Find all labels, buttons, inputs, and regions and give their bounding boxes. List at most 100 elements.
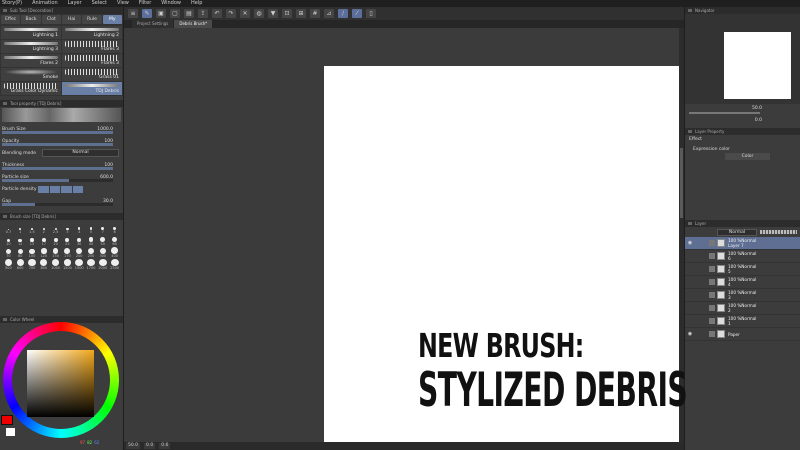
brush-item[interactable]: Grass Color Dynamic (1, 82, 61, 95)
brush-size-preset[interactable]: 800 (38, 259, 49, 270)
undo-icon[interactable]: ↶ (212, 9, 222, 18)
brush-item[interactable]: Flares 3 (62, 54, 122, 67)
brush-size-preset[interactable]: 30 (74, 235, 85, 246)
layer-row[interactable]: ◉ 100 %Normal Layer 7 (685, 237, 800, 250)
subtool-tab-5[interactable]: My (102, 15, 122, 24)
brush-size-preset[interactable]: 20 (50, 235, 61, 246)
subtool-tab-1[interactable]: Back (21, 15, 41, 24)
menu-item-0[interactable]: Story(P) (2, 0, 22, 7)
brush-size-preset[interactable]: 200 (74, 247, 85, 258)
brush-size-preset[interactable]: 1.5 (27, 223, 38, 234)
brush-size-preset[interactable]: 1 (15, 223, 26, 234)
crop-icon[interactable]: ⊡ (282, 9, 292, 18)
expression-color-select[interactable]: Color (725, 153, 770, 160)
particle-size-slider[interactable] (2, 179, 113, 182)
layer-row[interactable]: 100 %Normal 3 (685, 289, 800, 302)
brush-size-preset[interactable]: 400 (109, 247, 120, 258)
zoom-readout[interactable]: 50.0 (126, 443, 141, 449)
navigator-angle-value[interactable]: 0.0 (755, 118, 762, 123)
layer-row[interactable]: 100 %Normal 2 (685, 302, 800, 315)
brush-size-preset[interactable]: 150 (50, 247, 61, 258)
navigator-zoom-row[interactable]: 50.0 (685, 104, 800, 116)
brush-size-preset[interactable]: 1200 (62, 259, 73, 270)
layer-row[interactable]: 100 %Normal 5 (685, 263, 800, 276)
layer-opacity-slider[interactable] (760, 230, 797, 234)
redo-icon[interactable]: ↷ (226, 9, 236, 18)
brush-size-preset[interactable]: 500 (3, 259, 14, 270)
opacity-slider[interactable] (2, 143, 113, 146)
menu-icon[interactable]: ≡ (128, 9, 138, 18)
sphere-icon[interactable]: ◍ (254, 9, 264, 18)
brush-size-preset[interactable]: 250 (86, 247, 97, 258)
image-icon[interactable]: ▤ (184, 9, 194, 18)
brush-item[interactable]: Grass 01 (62, 68, 122, 81)
menu-item-1[interactable]: Animation (32, 0, 58, 7)
cancel-icon[interactable]: ✕ (240, 9, 250, 18)
transform-icon[interactable]: ⊞ (296, 9, 306, 18)
brush-size-preset[interactable]: 7 (97, 223, 108, 234)
menu-item-4[interactable]: View (117, 0, 129, 7)
brush-size-preset[interactable]: 1000 (50, 259, 61, 270)
extra-readout[interactable]: 0.6 (159, 443, 171, 449)
brush-size-preset[interactable]: 170 (62, 247, 73, 258)
brush-size-preset[interactable]: 1700 (86, 259, 97, 270)
brush-item[interactable]: Smoke (1, 68, 61, 81)
subtool-tab-2[interactable]: Clot (41, 15, 61, 24)
brush-size-slider[interactable] (2, 131, 113, 134)
gap-row[interactable]: Gap 30.0 (0, 195, 123, 207)
brush-item[interactable]: Flares 2 (1, 54, 61, 67)
menu-item-5[interactable]: Filter (139, 0, 151, 7)
brush-size-preset[interactable]: 5 (86, 223, 97, 234)
color-saturation-square[interactable] (27, 350, 94, 417)
gap-slider[interactable] (2, 203, 113, 206)
thickness-row[interactable]: Thickness 100 (0, 159, 123, 171)
brush-size-preset[interactable]: 2500 (109, 259, 120, 270)
pen-icon[interactable]: ✎ (142, 9, 152, 18)
angle-readout[interactable]: 0.0 (144, 443, 156, 449)
save-icon[interactable]: ▣ (156, 9, 166, 18)
device-icon[interactable]: ▯ (366, 9, 376, 18)
navigator-angle-row[interactable]: 0.0 (685, 116, 800, 128)
brush-size-preset[interactable]: 700 (27, 259, 38, 270)
brush-item[interactable]: Flares 3 (62, 40, 122, 53)
share-icon[interactable]: ⇪ (198, 9, 208, 18)
brush-size-preset[interactable]: 600 (15, 259, 26, 270)
canvas-tab-1[interactable]: Debris Brush* (174, 20, 213, 28)
particle-density-control[interactable] (38, 185, 83, 193)
menu-item-3[interactable]: Select (92, 0, 107, 7)
brush-size-preset[interactable]: 2 (38, 223, 49, 234)
blending-mode-select[interactable]: Normal (42, 149, 119, 157)
navigator-zoom-value[interactable]: 50.0 (752, 106, 762, 111)
canvas-tab-0[interactable]: Project Settings (132, 20, 174, 28)
menu-item-6[interactable]: Window (161, 0, 181, 7)
subtool-tab-0[interactable]: Effec (1, 15, 21, 24)
brush-item[interactable]: Lightning 3 (1, 40, 61, 53)
opacity-row[interactable]: Opacity 100 (0, 135, 123, 147)
brush-size-preset[interactable]: 100 (27, 247, 38, 258)
brush-size-preset[interactable]: 70 (3, 247, 14, 258)
particle-size-row[interactable]: Particle size 600.0 (0, 171, 123, 183)
pen-pressure-icon[interactable]: ∕ (338, 9, 348, 18)
brush-size-preset[interactable]: 1500 (74, 259, 85, 270)
subtool-tab-4[interactable]: Rule (82, 15, 102, 24)
menu-item-2[interactable]: Layer (68, 0, 82, 7)
sub-color-swatch[interactable] (6, 428, 15, 436)
layer-row[interactable]: 100 %Normal 6 (685, 250, 800, 263)
brush-size-preset[interactable]: 0.7 (3, 223, 14, 234)
open-icon[interactable]: ▢ (170, 9, 180, 18)
grid-icon[interactable]: # (310, 9, 320, 18)
layer-blend-mode-select[interactable]: Normal (717, 228, 757, 236)
navigator-zoom-slider[interactable] (689, 112, 760, 114)
particle-density-row[interactable]: Particle density (0, 183, 123, 195)
brush-size-preset[interactable]: 17 (38, 235, 49, 246)
brush-size-preset[interactable]: 10 (3, 235, 14, 246)
eye-icon[interactable]: ◉ (685, 240, 695, 246)
layer-row[interactable]: 100 %Normal 1 (685, 315, 800, 328)
subtool-tab-3[interactable]: Hai (61, 15, 82, 24)
layer-row[interactable]: 100 %Normal 4 (685, 276, 800, 289)
brush-size-preset[interactable]: 25 (62, 235, 73, 246)
main-color-swatch[interactable] (1, 415, 13, 425)
brush-size-row[interactable]: Brush Size 1000.0 (0, 123, 123, 135)
brush-size-preset[interactable]: 3 (62, 223, 73, 234)
brush-size-preset[interactable]: 2000 (97, 259, 108, 270)
